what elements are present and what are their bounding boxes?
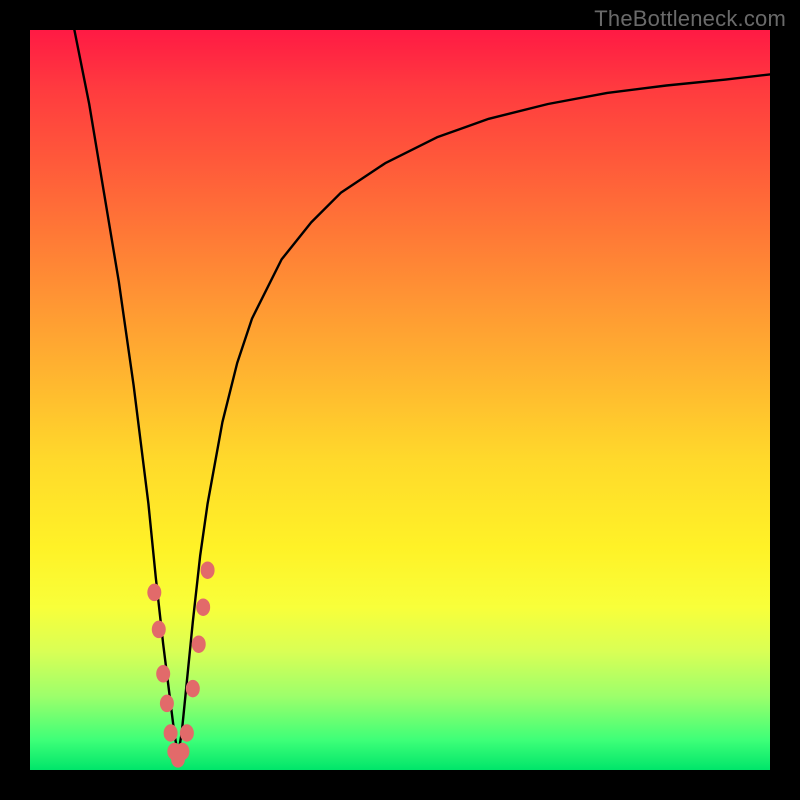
curve-marker [156, 665, 170, 683]
curve-markers [147, 561, 214, 767]
curve-marker [160, 695, 174, 713]
curve-marker [196, 598, 210, 616]
bottleneck-curve [74, 30, 770, 755]
chart-plot-area [30, 30, 770, 770]
curve-marker [186, 680, 200, 698]
curve-marker [201, 561, 215, 579]
chart-svg [30, 30, 770, 770]
chart-frame: TheBottleneck.com [0, 0, 800, 800]
curve-marker [192, 635, 206, 653]
curve-marker [152, 621, 166, 639]
watermark-text: TheBottleneck.com [594, 6, 786, 32]
curve-marker [175, 743, 189, 761]
curve-marker [180, 724, 194, 742]
curve-marker [147, 584, 161, 602]
curve-marker [164, 724, 178, 742]
